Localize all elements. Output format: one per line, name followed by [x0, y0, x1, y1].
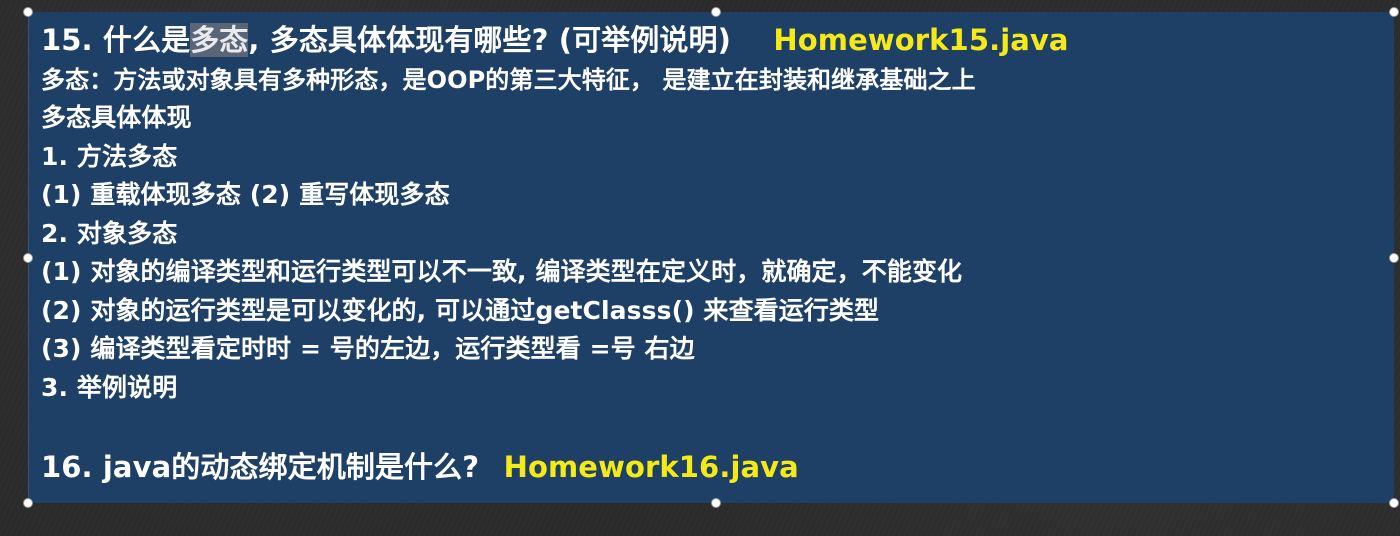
method-polymorphism-detail: (1) 重载体现多态 (2) 重写体现多态	[41, 180, 450, 209]
resize-handle-bottom-center[interactable]	[711, 498, 721, 508]
resize-handle-bottom-right[interactable]	[1389, 498, 1399, 508]
polymorphism-definition: 多态：方法或对象具有多种形态，是OOP的第三大特征， 是建立在封装和继承基础之上	[41, 66, 976, 94]
question-15-prefix: 什么是	[102, 23, 191, 57]
object-point-2: (2) 对象的运行类型是可以变化的, 可以通过getClasss() 来查看运行…	[41, 295, 880, 325]
object-polymorphism-heading: 2. 对象多态	[41, 218, 178, 248]
question-16-text: 16. java的动态绑定机制是什么?	[41, 450, 480, 484]
object-point-1: (1) 对象的编译类型和运行类型可以不一致, 编译类型在定义时，就确定，不能变化	[41, 257, 963, 286]
text-box[interactable]: 15. 什么是多态, 多态具体体现有哪些? (可举例说明) Homework15…	[28, 12, 1394, 503]
object-point-3: (3) 编译类型看定时时 = 号的左边，运行类型看 =号 右边	[41, 334, 695, 363]
resize-handle-middle-left[interactable]	[23, 253, 33, 263]
example-heading: 3. 举例说明	[41, 372, 178, 402]
polymorphism-subtitle: 多态具体体现	[41, 103, 192, 132]
resize-handle-bottom-left[interactable]	[23, 498, 33, 508]
method-polymorphism-heading: 1. 方法多态	[41, 141, 178, 171]
selected-text-highlight[interactable]: 多态	[190, 23, 249, 57]
question-16: 16. java的动态绑定机制是什么? Homework16.java	[41, 446, 1384, 488]
question-15: 15. 什么是多态, 多态具体体现有哪些? (可举例说明) Homework15…	[41, 19, 1384, 61]
resize-handle-top-right[interactable]	[1389, 7, 1399, 17]
resize-handle-middle-right[interactable]	[1389, 253, 1399, 263]
homework15-filename: Homework15.java	[773, 23, 1069, 57]
question-15-number: 15.	[41, 23, 93, 57]
homework16-filename: Homework16.java	[503, 450, 799, 484]
resize-handle-top-left[interactable]	[23, 7, 33, 17]
resize-handle-top-center[interactable]	[711, 7, 721, 17]
question-15-rest: , 多态具体体现有哪些? (可举例说明)	[248, 23, 731, 57]
text-content[interactable]: 15. 什么是多态, 多态具体体现有哪些? (可举例说明) Homework15…	[41, 19, 1384, 488]
